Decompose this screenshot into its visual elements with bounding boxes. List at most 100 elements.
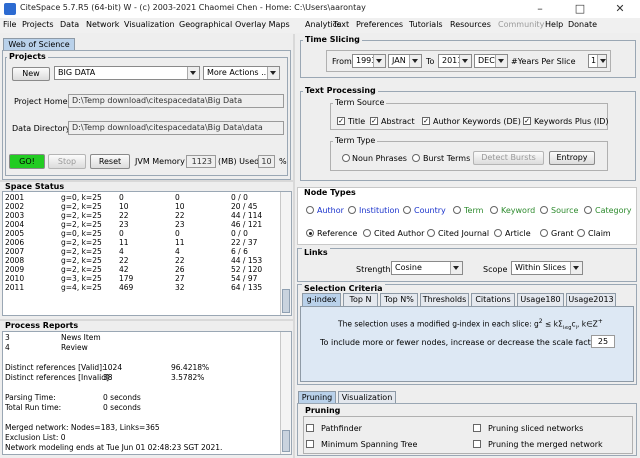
- menu-item-help[interactable]: Help: [545, 20, 563, 29]
- process-reports-scrollbar[interactable]: [280, 332, 291, 454]
- list-item: Network modeling ends at Tue Jun 01 02:4…: [3, 443, 281, 452]
- mst-checkbox[interactable]: [306, 440, 314, 448]
- node-type-country-radio[interactable]: [403, 206, 411, 214]
- tab-top-n[interactable]: Top N: [343, 293, 378, 306]
- list-item: Merged network: Nodes=183, Links=365: [3, 423, 281, 432]
- menu-item-file[interactable]: File: [3, 20, 16, 29]
- scroll-thumb[interactable]: [282, 289, 290, 313]
- table-cell: 23: [119, 220, 129, 229]
- node-type-grant-radio[interactable]: [540, 229, 548, 237]
- table-cell: 11: [175, 238, 185, 247]
- report-cell: 1024: [103, 363, 123, 372]
- go-button[interactable]: GO!: [9, 154, 45, 169]
- menu-item-overlay-maps[interactable]: Overlay Maps: [235, 20, 290, 29]
- node-type-claim-radio[interactable]: [577, 229, 585, 237]
- minimize-icon[interactable]: –: [520, 0, 560, 18]
- term-source-abstract-checkbox[interactable]: ✓: [370, 117, 378, 125]
- node-type-cited-journal-radio[interactable]: [427, 229, 435, 237]
- menu-item-projects[interactable]: Projects: [22, 20, 54, 29]
- pruning-merged-checkbox[interactable]: [473, 440, 481, 448]
- from-year-select[interactable]: 1993: [352, 54, 386, 68]
- tab-top-n-[interactable]: Top N%: [380, 293, 418, 306]
- node-type-article-radio[interactable]: [494, 229, 502, 237]
- term-source-label: Keywords Plus (ID): [534, 117, 609, 126]
- report-cell: 3.5782%: [171, 373, 205, 382]
- to-year-select[interactable]: 2011: [438, 54, 472, 68]
- node-type-reference-label: Reference: [317, 229, 358, 238]
- table-cell: 46 / 121: [231, 220, 263, 229]
- table-row: 2008 g=2, k=25 22 22 44 / 153: [3, 256, 281, 265]
- maximize-icon[interactable]: □: [560, 0, 600, 18]
- burst-terms-radio[interactable]: [412, 154, 420, 162]
- space-status-title: Space Status: [3, 182, 67, 191]
- years-per-slice-label: #Years Per Slice: [511, 57, 576, 66]
- node-type-source-label: Source: [551, 206, 579, 215]
- project-select[interactable]: BIG DATA: [54, 66, 200, 80]
- menu-item-community[interactable]: Community: [498, 20, 544, 29]
- term-source-author-keywords-de--checkbox[interactable]: ✓: [422, 117, 430, 125]
- node-type-category-radio[interactable]: [584, 206, 592, 214]
- table-cell: 2010: [5, 274, 25, 283]
- table-cell: g=3, k=25: [61, 274, 102, 283]
- pathfinder-checkbox[interactable]: [306, 424, 314, 432]
- strength-select[interactable]: Cosine: [391, 261, 463, 275]
- menu-item-resources[interactable]: Resources: [450, 20, 491, 29]
- table-cell: 469: [119, 283, 134, 292]
- node-type-keyword-radio[interactable]: [490, 206, 498, 214]
- menu-item-tutorials[interactable]: Tutorials: [409, 20, 443, 29]
- to-month-value: DEC: [478, 56, 495, 65]
- scale-factor-label: To include more or fewer nodes, increase…: [320, 338, 616, 347]
- term-source-title-checkbox[interactable]: ✓: [337, 117, 345, 125]
- stop-button[interactable]: Stop: [48, 154, 86, 169]
- noun-phrases-radio[interactable]: [342, 154, 350, 162]
- menu-item-preferences[interactable]: Preferences: [356, 20, 403, 29]
- noun-phrases-label: Noun Phrases: [352, 154, 407, 163]
- node-type-reference-radio[interactable]: [306, 229, 314, 237]
- node-type-term-radio[interactable]: [453, 206, 461, 214]
- strength-value: Cosine: [395, 263, 422, 272]
- menu-item-visualization[interactable]: Visualization: [124, 20, 175, 29]
- node-type-cited-author-radio[interactable]: [363, 229, 371, 237]
- mst-label: Minimum Spanning Tree: [321, 440, 418, 449]
- detect-bursts-button[interactable]: Detect Bursts: [473, 151, 544, 165]
- menu-item-data[interactable]: Data: [60, 20, 79, 29]
- menu-item-text[interactable]: Text: [333, 20, 349, 29]
- menu-item-geographical[interactable]: Geographical: [179, 20, 232, 29]
- pruning-sliced-checkbox[interactable]: [473, 424, 481, 432]
- table-row: 2005 g=0, k=25 0 0 0 / 0: [3, 229, 281, 238]
- entropy-button[interactable]: Entropy: [549, 151, 595, 165]
- scale-factor-input[interactable]: 25: [591, 335, 615, 348]
- node-type-author-radio[interactable]: [306, 206, 314, 214]
- scroll-thumb[interactable]: [282, 430, 290, 452]
- tab-thresholds[interactable]: Thresholds: [420, 293, 469, 306]
- menu-item-network[interactable]: Network: [86, 20, 119, 29]
- table-cell: g=2, k=25: [61, 211, 102, 220]
- tab-g-index[interactable]: g-index: [302, 293, 341, 306]
- scope-label: Scope: [483, 265, 508, 274]
- more-actions-select[interactable]: More Actions ...: [203, 66, 280, 80]
- scope-select[interactable]: Within Slices: [511, 261, 583, 275]
- tab-usage180[interactable]: Usage180: [517, 293, 564, 306]
- report-text: Exclusion List: 0: [5, 433, 66, 442]
- g-index-desc-sum: ≤ kΣ: [542, 319, 563, 329]
- table-cell: 32: [175, 283, 185, 292]
- menu-item-donate[interactable]: Donate: [568, 20, 597, 29]
- reset-button[interactable]: Reset: [90, 154, 130, 169]
- node-type-cited-author-label: Cited Author: [374, 229, 425, 238]
- node-type-source-radio[interactable]: [540, 206, 548, 214]
- node-type-institution-radio[interactable]: [348, 206, 356, 214]
- from-month-select[interactable]: JAN: [388, 54, 422, 68]
- project-home-field[interactable]: D:\Temp download\citespacedata\Big Data: [68, 94, 284, 108]
- years-per-slice-select[interactable]: 1: [588, 54, 607, 68]
- vertical-splitter[interactable]: [293, 34, 295, 458]
- new-project-button[interactable]: New: [12, 67, 50, 81]
- close-icon[interactable]: ✕: [600, 0, 640, 18]
- time-slicing-title: Time Slicing: [303, 35, 362, 44]
- percent-label: %: [279, 157, 287, 166]
- tab-usage2013[interactable]: Usage2013: [566, 293, 616, 306]
- to-month-select[interactable]: DEC: [474, 54, 508, 68]
- data-directory-field[interactable]: D:\Temp download\citespacedata\Big Data\…: [68, 121, 284, 135]
- term-source-keywords-plus-id--checkbox[interactable]: ✓: [523, 117, 531, 125]
- tab-citations[interactable]: Citations: [471, 293, 515, 306]
- space-status-scrollbar[interactable]: [280, 192, 291, 315]
